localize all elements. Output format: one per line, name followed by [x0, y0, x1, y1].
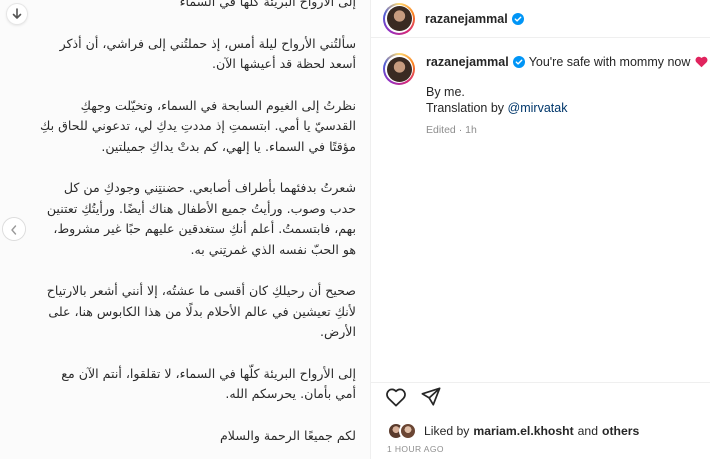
- poem-paragraph: لكم جميعًا الرحمة والسلام: [219, 427, 356, 443]
- poem-paragraph: إلى الأرواح البريئة كلها في السماء: [179, 0, 356, 9]
- post-image-text: إلى الأرواح البريئة كلها في السماء سألتُ…: [38, 0, 356, 446]
- poem-paragraph: شعرتُ بدفئهما بأطراف أصابعي. حضنتِني وجو…: [46, 180, 356, 257]
- post-image: إلى الأرواح البريئة كلها في السماء سألتُ…: [0, 0, 370, 459]
- previous-slide-button[interactable]: [3, 218, 25, 240]
- meta-separator: ·: [458, 124, 463, 136]
- header-username[interactable]: razanejammal: [425, 12, 508, 26]
- poem-paragraph: إلى الأرواح البريئة كلّها في السماء، لا …: [61, 365, 356, 402]
- liker-avatars: [387, 422, 419, 440]
- scroll-down-button[interactable]: [7, 4, 27, 24]
- caption-translation: Translation by @mirvatak: [426, 101, 568, 115]
- poem-paragraph: سألتُني الأرواح ليلة أمس، إذ حملتُني إلى…: [59, 35, 356, 72]
- verified-badge-icon: [511, 12, 524, 25]
- action-bar: [371, 382, 710, 414]
- avatar[interactable]: [383, 2, 415, 35]
- chevron-left-icon: [10, 220, 18, 239]
- caption-by-line: By me.: [426, 85, 465, 99]
- red-heart-icon: [695, 56, 708, 68]
- caption-avatar[interactable]: [383, 53, 415, 85]
- mention-link[interactable]: @mirvatak: [508, 101, 568, 115]
- likes-joiner: and: [577, 424, 598, 438]
- caption: razanejammal You're safe with mommy now …: [371, 38, 710, 138]
- caption-text: You're safe with mommy now: [528, 55, 691, 69]
- liker-username[interactable]: mariam.el.khosht: [473, 424, 573, 438]
- likes-summary: Liked by mariam.el.khosht and others: [387, 422, 639, 440]
- verified-badge-icon: [512, 56, 525, 68]
- likes-prefix: Liked by: [424, 424, 470, 438]
- like-button[interactable]: [385, 387, 407, 411]
- edited-label: Edited: [426, 124, 456, 136]
- heart-outline-icon: [385, 387, 407, 411]
- post-sidebar: razanejammal razanejammal You're safe wi…: [370, 0, 710, 459]
- share-button[interactable]: [421, 387, 441, 411]
- poem-paragraph: صحيح أن رحيلكِ كان أقسى ما عشتُه، إلا أن…: [46, 283, 356, 339]
- caption-username[interactable]: razanejammal: [426, 54, 509, 70]
- poem-paragraph: نظرتُ إلى الغيوم السابحة في السماء، وتخي…: [40, 97, 356, 154]
- caption-meta: Edited · 1h: [426, 122, 710, 138]
- caption-time[interactable]: 1h: [465, 124, 477, 136]
- arrow-down-icon: [12, 5, 22, 24]
- post-header: razanejammal: [371, 0, 710, 38]
- paper-plane-icon: [421, 387, 441, 411]
- likes-others-link[interactable]: others: [602, 424, 639, 438]
- post-timestamp[interactable]: 1 HOUR AGO: [387, 444, 444, 454]
